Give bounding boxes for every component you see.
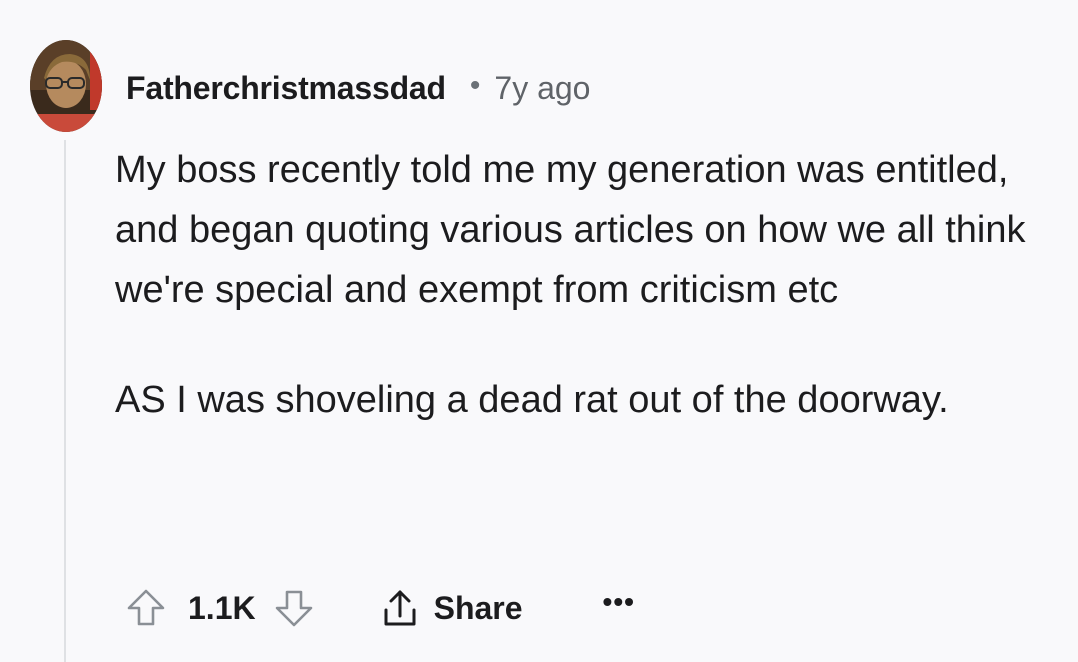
vote-score: 1.1K [188, 589, 256, 626]
share-button[interactable]: Share [378, 580, 523, 636]
comment-paragraph: AS I was shoveling a dead rat out of the… [115, 379, 949, 421]
share-icon [384, 590, 416, 626]
comment-actions: 1.1K Share ••• [118, 580, 635, 636]
timestamp[interactable]: 7y ago [494, 70, 590, 107]
upvote-button[interactable] [118, 580, 174, 636]
share-label: Share [433, 589, 523, 626]
username-link[interactable]: Fatherchristmassdad [126, 70, 446, 107]
avatar[interactable] [30, 40, 102, 132]
avatar-image [30, 40, 102, 132]
arrow-down-icon [275, 590, 312, 627]
comment-paragraph: My boss recently told me my generation w… [115, 149, 1026, 311]
thread-line[interactable] [64, 140, 66, 662]
arrow-up-icon [127, 589, 165, 626]
comment-header: Fatherchristmassdad • 7y ago [126, 66, 590, 110]
downvote-button[interactable] [266, 580, 322, 636]
comment: Fatherchristmassdad • 7y ago My boss rec… [0, 0, 1078, 662]
comment-body: My boss recently told me my generation w… [115, 140, 1055, 430]
more-options-button[interactable]: ••• [603, 586, 635, 618]
separator-dot: • [469, 69, 481, 102]
